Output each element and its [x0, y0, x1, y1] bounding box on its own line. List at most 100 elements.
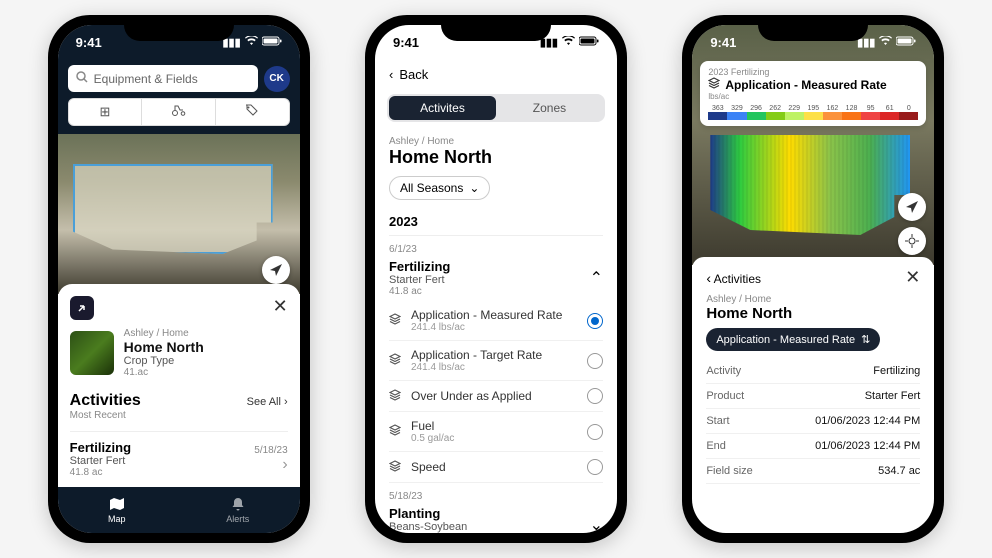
close-icon[interactable]: ✕: [905, 267, 920, 288]
chevron-left-icon: ‹: [706, 270, 711, 286]
search-input[interactable]: Equipment & Fields: [68, 65, 258, 92]
field-acres: 41.ac: [124, 367, 204, 378]
wifi-icon: [562, 36, 575, 49]
activity-group-fertilizing[interactable]: Fertilizing Starter Fert 41.8 ac ⌃: [389, 255, 603, 301]
search-icon: [76, 71, 88, 86]
activity-name: Fertilizing: [70, 440, 131, 455]
nav-alerts[interactable]: Alerts: [226, 497, 249, 524]
status-time: 9:41: [710, 35, 736, 50]
notch: [124, 15, 234, 41]
radio-button[interactable]: [587, 313, 603, 329]
legend-swatch: 128: [842, 105, 861, 120]
year-label: 2023: [389, 214, 603, 236]
detail-row: Field size534.7 ac: [706, 459, 920, 484]
radio-button[interactable]: [587, 388, 603, 404]
close-icon[interactable]: ✕: [273, 296, 288, 317]
tab-fields-icon[interactable]: ⊞: [69, 99, 143, 125]
view-tabs: ⊞: [68, 98, 290, 126]
notch: [758, 15, 868, 41]
radio-button[interactable]: [587, 424, 603, 440]
legend-swatch: 195: [804, 105, 823, 120]
activity-row[interactable]: Fertilizing Starter Fert 41.8 ac 5/18/23…: [70, 431, 288, 478]
avatar[interactable]: CK: [264, 66, 290, 92]
detail-row: Start01/06/2023 12:44 PM: [706, 409, 920, 434]
season-filter[interactable]: All Seasons ⌄: [389, 176, 490, 200]
map-view[interactable]: 9:41 ▮▮▮ 2023 Fertilizing Application - …: [692, 25, 934, 265]
notch: [441, 15, 551, 41]
detail-row: ActivityFertilizing: [706, 359, 920, 384]
bell-icon: [226, 497, 249, 514]
field-thumbnail: [70, 331, 114, 375]
layers-icon: [389, 313, 403, 328]
seg-zones[interactable]: Zones: [496, 96, 603, 120]
see-all-link[interactable]: See All ›: [247, 396, 288, 408]
legend-unit: lbs/ac: [708, 92, 918, 101]
detail-value: 01/06/2023 12:44 PM: [815, 415, 920, 427]
layer-title: Speed: [411, 460, 579, 474]
legend-swatch: 229: [785, 105, 804, 120]
detail-row: End01/06/2023 12:44 PM: [706, 434, 920, 459]
locate-button[interactable]: [262, 256, 290, 284]
status-icons: ▮▮▮: [857, 36, 916, 49]
updown-icon: ⇅: [861, 333, 870, 346]
layer-option[interactable]: Over Under as Applied: [389, 381, 603, 412]
radio-button[interactable]: [587, 459, 603, 475]
tab-equipment-icon[interactable]: [142, 99, 216, 125]
layer-option[interactable]: Application - Measured Rate 241.4 lbs/ac: [389, 301, 603, 341]
breadcrumb: Ashley / Home: [124, 328, 204, 339]
status-time: 9:41: [393, 35, 419, 50]
radio-button[interactable]: [587, 353, 603, 369]
layers-icon: [389, 460, 403, 475]
legend-context: 2023 Fertilizing: [708, 67, 918, 77]
legend-swatch: 363: [708, 105, 727, 120]
field-boundary[interactable]: [73, 164, 273, 254]
chevron-down-icon: ⌄: [590, 515, 603, 533]
seg-activities[interactable]: Activites: [389, 96, 496, 120]
map-icon: [108, 497, 126, 514]
chevron-left-icon: ‹: [389, 67, 393, 82]
field-name: Home North: [389, 147, 603, 168]
back-button[interactable]: ‹ Back: [375, 59, 617, 90]
breadcrumb: Ashley / Home: [389, 136, 603, 147]
center-button[interactable]: [898, 227, 926, 255]
detail-label: Activity: [706, 365, 741, 377]
legend-scale: 36332929626222919516212895610: [708, 105, 918, 120]
breadcrumb: Ashley / Home: [706, 294, 920, 305]
nav-map[interactable]: Map: [108, 497, 126, 524]
activity-date: 6/1/23: [389, 244, 603, 255]
legend-card: 2023 Fertilizing Application - Measured …: [700, 61, 926, 126]
back-activities[interactable]: ‹ Activities: [706, 270, 761, 286]
layer-subtitle: 241.4 lbs/ac: [411, 322, 579, 333]
layer-selector[interactable]: Application - Measured Rate ⇅: [706, 328, 880, 351]
chevron-right-icon: ›: [254, 456, 287, 474]
layer-option[interactable]: Fuel 0.5 gal/ac: [389, 412, 603, 452]
battery-icon: [896, 36, 916, 49]
tab-tags-icon[interactable]: [216, 99, 289, 125]
expand-button[interactable]: [70, 296, 94, 320]
layer-option[interactable]: Speed: [389, 452, 603, 483]
activity-group-planting[interactable]: Planting Beans-Soybean 40 ac ⌄: [389, 502, 603, 533]
legend-swatch: 95: [861, 105, 880, 120]
locate-button[interactable]: [898, 193, 926, 221]
chevron-up-icon: ⌃: [590, 268, 603, 288]
legend-swatch: 296: [747, 105, 766, 120]
layer-subtitle: 241.4 lbs/ac: [411, 362, 579, 373]
layers-icon: [389, 353, 403, 368]
phone-3: 9:41 ▮▮▮ 2023 Fertilizing Application - …: [682, 15, 944, 543]
segmented-control: Activites Zones: [387, 94, 605, 122]
layer-option[interactable]: Application - Target Rate 241.4 lbs/ac: [389, 341, 603, 381]
activity-date: 5/18/23: [254, 445, 287, 456]
field-name: Home North: [124, 339, 204, 355]
field-name: Home North: [706, 305, 920, 322]
battery-icon: [262, 36, 282, 49]
application-heatmap: [710, 135, 910, 235]
map-view[interactable]: [58, 134, 300, 294]
detail-value: 01/06/2023 12:44 PM: [815, 440, 920, 452]
activity-product: Starter Fert: [70, 455, 131, 467]
phone-2: 9:41 ▮▮▮ ‹ Back Activites Zones Ashley /…: [365, 15, 627, 543]
status-time: 9:41: [76, 35, 102, 50]
legend-swatch: 0: [899, 105, 918, 120]
detail-label: Field size: [706, 465, 752, 477]
layers-icon: [389, 424, 403, 439]
battery-icon: [579, 36, 599, 49]
